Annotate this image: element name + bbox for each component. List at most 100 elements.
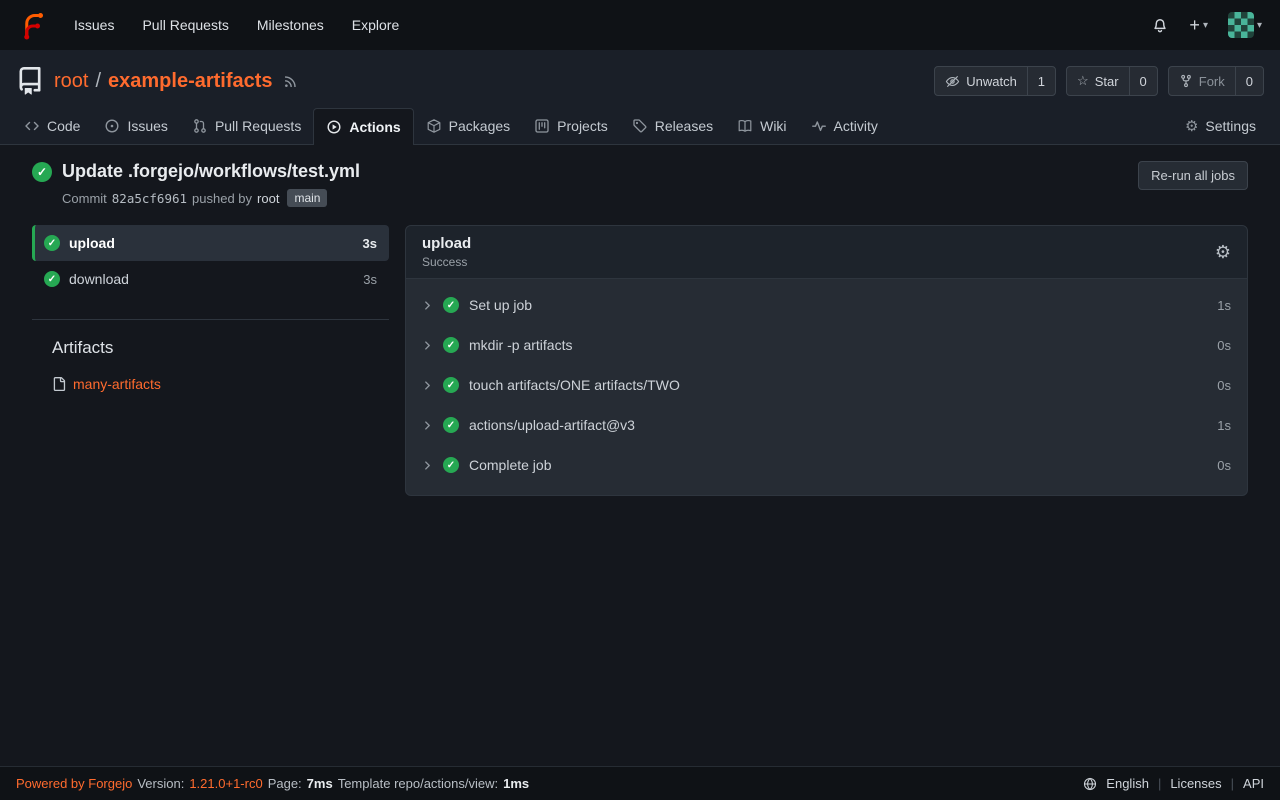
tab-pull-requests[interactable]: Pull Requests [180, 108, 313, 144]
step-row[interactable]: ✓ actions/upload-artifact@v3 1s [406, 405, 1247, 445]
artifacts-section: Artifacts many-artifacts [32, 338, 389, 392]
repo-icon [16, 67, 44, 95]
navbar-right: + ▾ ▾ [1151, 12, 1262, 38]
repo-owner-link[interactable]: root [54, 70, 88, 93]
tab-label: Settings [1205, 118, 1256, 134]
page-time-value: 7ms [307, 776, 333, 791]
job-options-gear-icon[interactable]: ⚙ [1215, 242, 1231, 263]
step-duration: 0s [1217, 378, 1231, 393]
tab-label: Pull Requests [215, 118, 301, 134]
caret-down-icon: ▾ [1203, 20, 1208, 31]
unwatch-button[interactable]: Unwatch 1 [934, 66, 1056, 96]
run-titles: ✓ Update .forgejo/workflows/test.yml Com… [32, 161, 360, 207]
navbar-item-pull-requests[interactable]: Pull Requests [142, 17, 228, 33]
step-row[interactable]: ✓ mkdir -p artifacts 0s [406, 325, 1247, 365]
step-label: touch artifacts/ONE artifacts/TWO [469, 377, 680, 393]
sidebar-divider [32, 319, 389, 320]
footer-divider: | [1231, 776, 1234, 791]
step-row[interactable]: ✓ Complete job 0s [406, 445, 1247, 485]
licenses-link[interactable]: Licenses [1170, 776, 1221, 791]
navbar-item-explore[interactable]: Explore [352, 17, 399, 33]
commit-sha-link[interactable]: 82a5cf6961 [112, 191, 187, 206]
pulse-icon [811, 118, 827, 134]
tab-label: Projects [557, 118, 608, 134]
job-success-icon: ✓ [44, 271, 60, 287]
issue-icon [104, 118, 120, 134]
step-duration: 1s [1217, 298, 1231, 313]
api-link[interactable]: API [1243, 776, 1264, 791]
job-name: download [69, 271, 129, 287]
artifact-item[interactable]: many-artifacts [52, 376, 389, 392]
job-detail-header: upload Success ⚙ [406, 226, 1247, 279]
chevron-right-icon [422, 340, 433, 351]
create-new-menu[interactable]: + ▾ [1189, 16, 1208, 34]
unwatch-label: Unwatch [966, 74, 1017, 89]
notifications-button[interactable] [1151, 16, 1169, 34]
rerun-all-jobs-button[interactable]: Re-run all jobs [1138, 161, 1248, 190]
run-title: Update .forgejo/workflows/test.yml [62, 161, 360, 182]
step-success-icon: ✓ [443, 297, 459, 313]
fork-button[interactable]: Fork 0 [1168, 66, 1264, 96]
step-duration: 1s [1217, 418, 1231, 433]
star-button[interactable]: ☆ Star 0 [1066, 66, 1158, 96]
rss-icon[interactable] [283, 74, 298, 89]
footer-divider: | [1158, 776, 1161, 791]
star-icon: ☆ [1077, 73, 1089, 89]
repo-name-link[interactable]: example-artifacts [108, 70, 273, 93]
tab-settings[interactable]: ⚙ Settings [1173, 108, 1268, 144]
stars-count[interactable]: 0 [1129, 67, 1157, 95]
package-icon [426, 118, 442, 134]
chevron-right-icon [422, 460, 433, 471]
template-time-label: Template repo/actions/view: [338, 776, 498, 791]
artifact-download-link[interactable]: many-artifacts [73, 376, 161, 392]
version-link[interactable]: 1.21.0+1-rc0 [189, 776, 262, 791]
tab-code[interactable]: Code [12, 108, 92, 144]
branch-badge[interactable]: main [287, 189, 327, 207]
watchers-count[interactable]: 1 [1027, 67, 1055, 95]
steps-list: ✓ Set up job 1s ✓ mkdir -p artifacts 0s … [406, 279, 1247, 495]
bell-icon [1151, 16, 1169, 34]
job-row-upload[interactable]: ✓ upload 3s [32, 225, 389, 261]
tab-issues[interactable]: Issues [92, 108, 179, 144]
navbar-item-issues[interactable]: Issues [74, 17, 114, 33]
step-success-icon: ✓ [443, 337, 459, 353]
code-icon [24, 118, 40, 134]
powered-by-link[interactable]: Powered by Forgejo [16, 776, 132, 791]
pushed-by-label: pushed by [192, 191, 252, 206]
tag-icon [632, 118, 648, 134]
step-row[interactable]: ✓ touch artifacts/ONE artifacts/TWO 0s [406, 365, 1247, 405]
repo-action-buttons: Unwatch 1 ☆ Star 0 [934, 66, 1264, 96]
commit-label: Commit [62, 191, 107, 206]
tab-packages[interactable]: Packages [414, 108, 522, 144]
job-duration: 3s [363, 236, 377, 251]
tab-activity[interactable]: Activity [799, 108, 890, 144]
tab-label: Packages [449, 118, 510, 134]
step-success-icon: ✓ [443, 457, 459, 473]
avatar [1228, 12, 1254, 38]
file-icon [52, 377, 66, 391]
top-navbar: Issues Pull Requests Milestones Explore … [0, 0, 1280, 50]
forks-count[interactable]: 0 [1235, 67, 1263, 95]
tab-actions[interactable]: Actions [313, 108, 413, 145]
step-row[interactable]: ✓ Set up job 1s [406, 285, 1247, 325]
job-row-download[interactable]: ✓ download 3s [32, 261, 389, 297]
tab-projects[interactable]: Projects [522, 108, 620, 144]
chevron-right-icon [422, 300, 433, 311]
repo-title-row: root / example-artifacts U [0, 50, 1280, 96]
user-menu[interactable]: ▾ [1228, 12, 1262, 38]
forgejo-logo[interactable] [18, 10, 48, 40]
tab-label: Actions [349, 119, 400, 135]
book-icon [737, 118, 753, 134]
navbar-item-milestones[interactable]: Milestones [257, 17, 324, 33]
step-duration: 0s [1217, 458, 1231, 473]
globe-icon [1083, 777, 1097, 791]
fork-icon [1179, 74, 1193, 88]
commit-author-link[interactable]: root [257, 191, 279, 206]
tab-releases[interactable]: Releases [620, 108, 725, 144]
language-selector[interactable]: English [1106, 776, 1149, 791]
tab-wiki[interactable]: Wiki [725, 108, 798, 144]
star-label: Star [1095, 74, 1119, 89]
tab-label: Activity [834, 118, 878, 134]
job-detail-status: Success [422, 255, 471, 269]
artifacts-heading: Artifacts [52, 338, 389, 358]
